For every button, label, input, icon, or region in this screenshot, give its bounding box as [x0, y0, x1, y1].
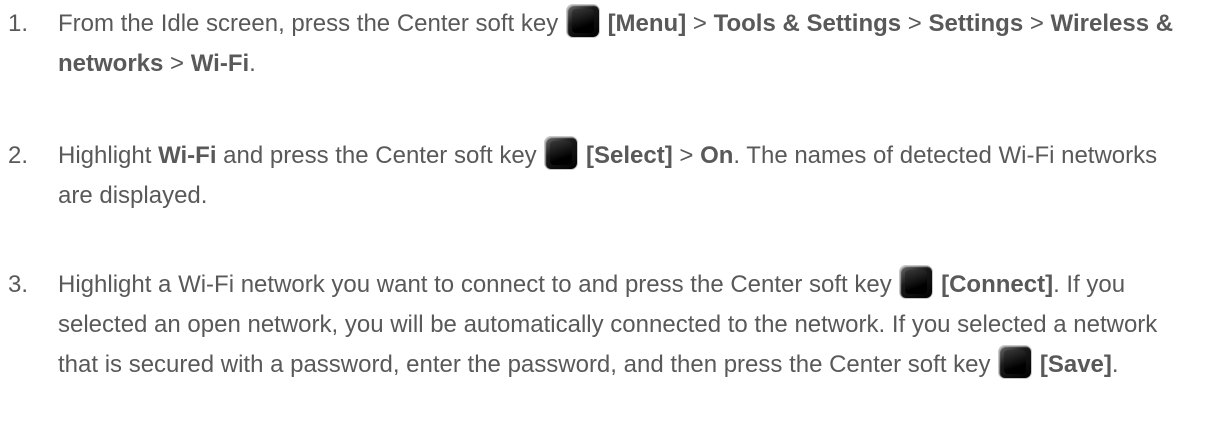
step-number: 1. [8, 10, 29, 37]
step-2: 2. Highlight Wi-Fi and press the Center … [8, 136, 1198, 216]
separator: > [163, 50, 191, 77]
wifi-label: Wi-Fi [158, 142, 217, 169]
step-1: 1. From the Idle screen, press the Cente… [8, 4, 1198, 84]
step-text-part: Highlight [58, 142, 159, 169]
menu-label: [Menu] [607, 10, 687, 37]
step-text: From the Idle screen, press the Center s… [58, 4, 1198, 84]
on-label: On [700, 142, 734, 169]
tools-settings-label: Tools & Settings [713, 10, 902, 37]
step-text-part: Highlight a Wi-Fi network you want to co… [58, 271, 892, 298]
separator: > [672, 142, 701, 169]
step-3: 3. Highlight a Wi-Fi network you want to… [8, 265, 1198, 385]
center-soft-key-icon [545, 137, 578, 169]
step-text: Highlight a Wi-Fi network you want to co… [58, 265, 1198, 385]
select-label: [Select] [586, 142, 673, 169]
step-text: Highlight Wi-Fi and press the Center sof… [58, 136, 1198, 216]
center-soft-key-icon [566, 5, 599, 37]
wifi-label: Wi-Fi [190, 50, 250, 77]
save-label: [Save] [1039, 351, 1112, 378]
period: . [249, 50, 256, 77]
step-text-part: and press the Center soft key [216, 142, 537, 169]
instruction-list: 1. From the Idle screen, press the Cente… [0, 0, 1210, 433]
step-number: 3. [8, 271, 29, 298]
step-number: 2. [8, 142, 29, 169]
separator: > [686, 10, 714, 37]
center-soft-key-icon [999, 346, 1032, 378]
settings-label: Settings [928, 10, 1024, 37]
center-soft-key-icon [900, 266, 933, 298]
separator: > [1023, 10, 1051, 37]
connect-label: [Connect] [941, 271, 1054, 298]
period: . [1111, 351, 1119, 378]
separator: > [901, 10, 929, 37]
step-text-part: From the Idle screen, press the Center s… [58, 10, 559, 37]
